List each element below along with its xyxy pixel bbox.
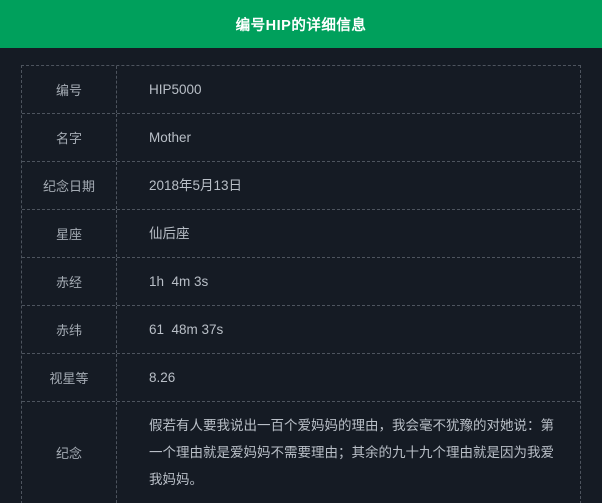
row-label: 编号 [22,66,117,113]
row-label: 纪念日期 [22,162,117,209]
row-value: 1h 4m 3s [117,258,580,305]
row-label: 赤纬 [22,306,117,353]
row-label: 赤经 [22,258,117,305]
row-label: 星座 [22,210,117,257]
row-value: HIP5000 [117,66,580,113]
table-row-memorial-text: 纪念 假若有人要我说出一百个爱妈妈的理由，我会毫不犹豫的对她说：第一个理由就是爱… [22,402,580,503]
detail-table: 编号 HIP5000 名字 Mother 纪念日期 2018年5月13日 星座 … [21,65,581,503]
table-row-right-ascension: 赤经 1h 4m 3s [22,258,580,306]
table-row-declination: 赤纬 61 48m 37s [22,306,580,354]
row-label: 视星等 [22,354,117,401]
table-row-magnitude: 视星等 8.26 [22,354,580,402]
row-value: 假若有人要我说出一百个爱妈妈的理由，我会毫不犹豫的对她说：第一个理由就是爱妈妈不… [117,402,580,503]
page-title: 编号HIP的详细信息 [236,14,367,35]
row-label: 纪念 [22,402,117,503]
header-bar: 编号HIP的详细信息 [0,0,602,48]
row-label: 名字 [22,114,117,161]
table-row-name: 名字 Mother [22,114,580,162]
table-row-memorial-date: 纪念日期 2018年5月13日 [22,162,580,210]
row-value: Mother [117,114,580,161]
table-row-id: 编号 HIP5000 [22,66,580,114]
row-value: 2018年5月13日 [117,162,580,209]
row-value: 仙后座 [117,210,580,257]
table-row-constellation: 星座 仙后座 [22,210,580,258]
row-value: 8.26 [117,354,580,401]
row-value: 61 48m 37s [117,306,580,353]
